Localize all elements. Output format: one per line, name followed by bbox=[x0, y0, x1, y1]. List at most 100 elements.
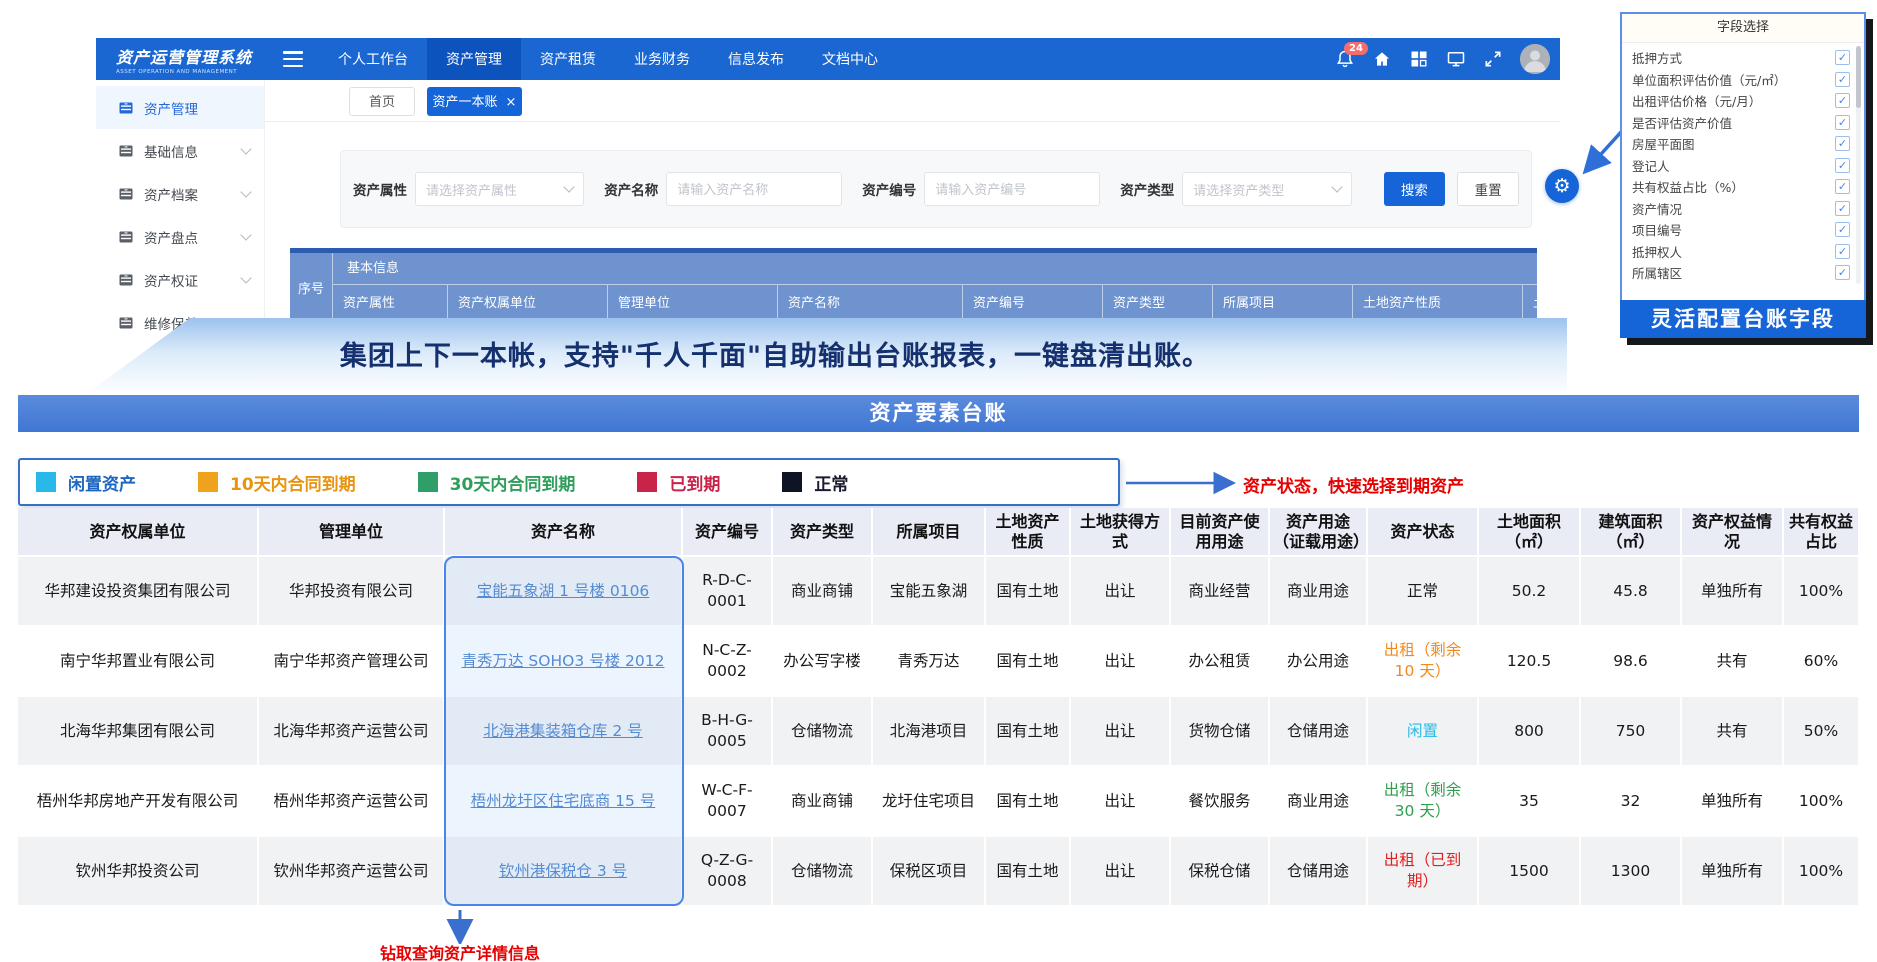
nav-item[interactable]: 资产管理 bbox=[427, 38, 521, 80]
sidebar-item[interactable]: 资产权证 bbox=[96, 258, 264, 301]
sidebar-item-label: 资产权证 bbox=[144, 270, 242, 290]
column-header[interactable]: 资产名称 bbox=[444, 508, 682, 556]
column-header[interactable]: 目前资产使用用途 bbox=[1170, 508, 1269, 556]
nav-item[interactable]: 业务财务 bbox=[615, 38, 709, 80]
cell-name: 钦州港保税仓 3 号 bbox=[444, 836, 682, 906]
column-header[interactable]: 资产状态 bbox=[1367, 508, 1478, 556]
cell-equity: 共有 bbox=[1681, 626, 1783, 696]
asset-attribute-select[interactable]: 请选择资产属性 bbox=[415, 172, 584, 206]
cell-land_nature: 国有土地 bbox=[985, 696, 1070, 766]
column-settings-button[interactable]: ⚙ bbox=[1545, 169, 1579, 203]
checkbox-checked-icon[interactable]: ✓ bbox=[1835, 201, 1850, 216]
checkbox-checked-icon[interactable]: ✓ bbox=[1835, 158, 1850, 173]
table-row: 钦州华邦投资公司钦州华邦资产运营公司钦州港保税仓 3 号Q-Z-G-0008仓储… bbox=[18, 836, 1859, 906]
checkbox-checked-icon[interactable]: ✓ bbox=[1835, 244, 1850, 259]
sidebar-item[interactable]: 基础信息 bbox=[96, 129, 264, 172]
field-checklist-item: 房屋平面图✓ bbox=[1632, 133, 1850, 155]
menu-toggle-icon[interactable] bbox=[283, 51, 303, 67]
cell-manager: 南宁华邦资产管理公司 bbox=[258, 626, 444, 696]
column-header[interactable]: 土地资产性质 bbox=[985, 508, 1070, 556]
cell-owner: 北海华邦集团有限公司 bbox=[18, 696, 258, 766]
column-header[interactable]: 资产编号 bbox=[682, 508, 772, 556]
column-header[interactable]: 资产用途（证载用途） bbox=[1269, 508, 1367, 556]
tabs-bar: 首页 资产一本账× bbox=[265, 80, 1560, 122]
column-header[interactable]: 共有权益占比 bbox=[1783, 508, 1859, 556]
drill-annotation: 钻取查询资产详情信息 bbox=[330, 940, 590, 962]
cell-share: 60% bbox=[1783, 626, 1859, 696]
field-checklist-item: 是否评估资产价值✓ bbox=[1632, 112, 1850, 134]
search-button[interactable]: 搜索 bbox=[1384, 172, 1446, 206]
cell-land_area: 50.2 bbox=[1478, 556, 1580, 626]
legend-label: 正常 bbox=[814, 470, 848, 495]
drawer-icon bbox=[118, 186, 134, 202]
tab-close-icon[interactable]: × bbox=[506, 95, 517, 110]
nav-item[interactable]: 资产租赁 bbox=[521, 38, 615, 80]
cell-cert_use: 商业用途 bbox=[1269, 766, 1367, 836]
cell-current_use: 办公租赁 bbox=[1170, 626, 1269, 696]
sidebar-item-label: 资产盘点 bbox=[144, 227, 242, 247]
nav-item[interactable]: 文档中心 bbox=[803, 38, 897, 80]
sidebar-item[interactable]: 资产盘点 bbox=[96, 215, 264, 258]
cell-share: 50% bbox=[1783, 696, 1859, 766]
home-icon[interactable] bbox=[1372, 49, 1392, 69]
drawer-icon bbox=[118, 315, 134, 331]
legend-annotation-arrow bbox=[1124, 468, 1240, 498]
cell-current_use: 货物仓储 bbox=[1170, 696, 1269, 766]
tab-home[interactable]: 首页 bbox=[349, 87, 415, 116]
asset-ledger-table: 资产权属单位管理单位资产名称资产编号资产类型所属项目土地资产性质土地获得方式目前… bbox=[18, 508, 1860, 907]
asset-name-input[interactable] bbox=[666, 172, 842, 206]
column-header[interactable]: 资产权益情况 bbox=[1681, 508, 1783, 556]
apps-grid-icon[interactable] bbox=[1409, 49, 1429, 69]
sidebar-item[interactable]: 资产档案 bbox=[96, 172, 264, 215]
table-row: 南宁华邦置业有限公司南宁华邦资产管理公司青秀万达 SOHO3 号楼 2012N-… bbox=[18, 626, 1859, 696]
nav-item[interactable]: 信息发布 bbox=[709, 38, 803, 80]
nav-item[interactable]: 个人工作台 bbox=[319, 38, 427, 80]
cell-land_mode: 出让 bbox=[1070, 836, 1170, 906]
asset-type-select[interactable]: 请选择资产类型 bbox=[1182, 172, 1351, 206]
status-badge: 出租（剩余 10 天） bbox=[1384, 641, 1462, 680]
field-label: 资产情况 bbox=[1632, 199, 1682, 218]
column-header[interactable]: 建筑面积（㎡） bbox=[1580, 508, 1681, 556]
asset-code-input[interactable] bbox=[924, 172, 1100, 206]
app-title: 资产运营管理系统 bbox=[116, 44, 265, 68]
monitor-icon[interactable] bbox=[1446, 49, 1466, 69]
sidebar: 资产管理基础信息资产档案资产盘点资产权证维修保养 bbox=[96, 80, 265, 332]
checkbox-checked-icon[interactable]: ✓ bbox=[1835, 50, 1850, 65]
field-checklist-item: 抵押权人✓ bbox=[1632, 241, 1850, 263]
panel-scrollbar[interactable] bbox=[1856, 46, 1861, 284]
notifications-bell-icon[interactable]: 24 bbox=[1335, 49, 1355, 69]
chevron-down-icon bbox=[240, 272, 251, 283]
legend-color-swatch bbox=[637, 472, 657, 492]
checkbox-checked-icon[interactable]: ✓ bbox=[1835, 265, 1850, 280]
column-header[interactable]: 资产权属单位 bbox=[18, 508, 258, 556]
bg-group-header: 基本信息 bbox=[332, 253, 1537, 285]
asset-name-link[interactable]: 钦州港保税仓 3 号 bbox=[499, 862, 627, 880]
checkbox-checked-icon[interactable]: ✓ bbox=[1835, 179, 1850, 194]
checkbox-checked-icon[interactable]: ✓ bbox=[1835, 115, 1850, 130]
checkbox-checked-icon[interactable]: ✓ bbox=[1835, 136, 1850, 151]
scrollbar-thumb[interactable] bbox=[1856, 46, 1861, 108]
cell-project: 宝能五象湖 bbox=[872, 556, 985, 626]
asset-name-link[interactable]: 梧州龙圩区住宅底商 15 号 bbox=[471, 792, 656, 810]
tab-asset-ledger[interactable]: 资产一本账× bbox=[427, 87, 522, 116]
reset-button[interactable]: 重置 bbox=[1457, 172, 1519, 206]
fullscreen-icon[interactable] bbox=[1483, 49, 1503, 69]
column-header[interactable]: 资产类型 bbox=[772, 508, 872, 556]
checkbox-checked-icon[interactable]: ✓ bbox=[1835, 72, 1850, 87]
cell-status: 正常 bbox=[1367, 556, 1478, 626]
column-header[interactable]: 所属项目 bbox=[872, 508, 985, 556]
drill-down-arrow bbox=[440, 908, 480, 944]
sidebar-item[interactable]: 资产管理 bbox=[96, 86, 264, 129]
field-checklist-item: 所属辖区✓ bbox=[1632, 262, 1850, 284]
background-table: 序号 基本信息 资产属性资产权属单位管理单位资产名称资产编号资产类型所属项目土地… bbox=[290, 248, 1537, 322]
checkbox-checked-icon[interactable]: ✓ bbox=[1835, 222, 1850, 237]
column-header[interactable]: 土地面积（㎡） bbox=[1478, 508, 1580, 556]
user-avatar[interactable] bbox=[1520, 44, 1550, 74]
field-checklist-item: 项目编号✓ bbox=[1632, 219, 1850, 241]
column-header[interactable]: 土地获得方式 bbox=[1070, 508, 1170, 556]
column-header[interactable]: 管理单位 bbox=[258, 508, 444, 556]
asset-name-link[interactable]: 青秀万达 SOHO3 号楼 2012 bbox=[462, 652, 665, 670]
asset-name-link[interactable]: 北海港集装箱仓库 2 号 bbox=[483, 722, 642, 740]
checkbox-checked-icon[interactable]: ✓ bbox=[1835, 93, 1850, 108]
asset-name-link[interactable]: 宝能五象湖 1 号楼 0106 bbox=[477, 582, 650, 600]
